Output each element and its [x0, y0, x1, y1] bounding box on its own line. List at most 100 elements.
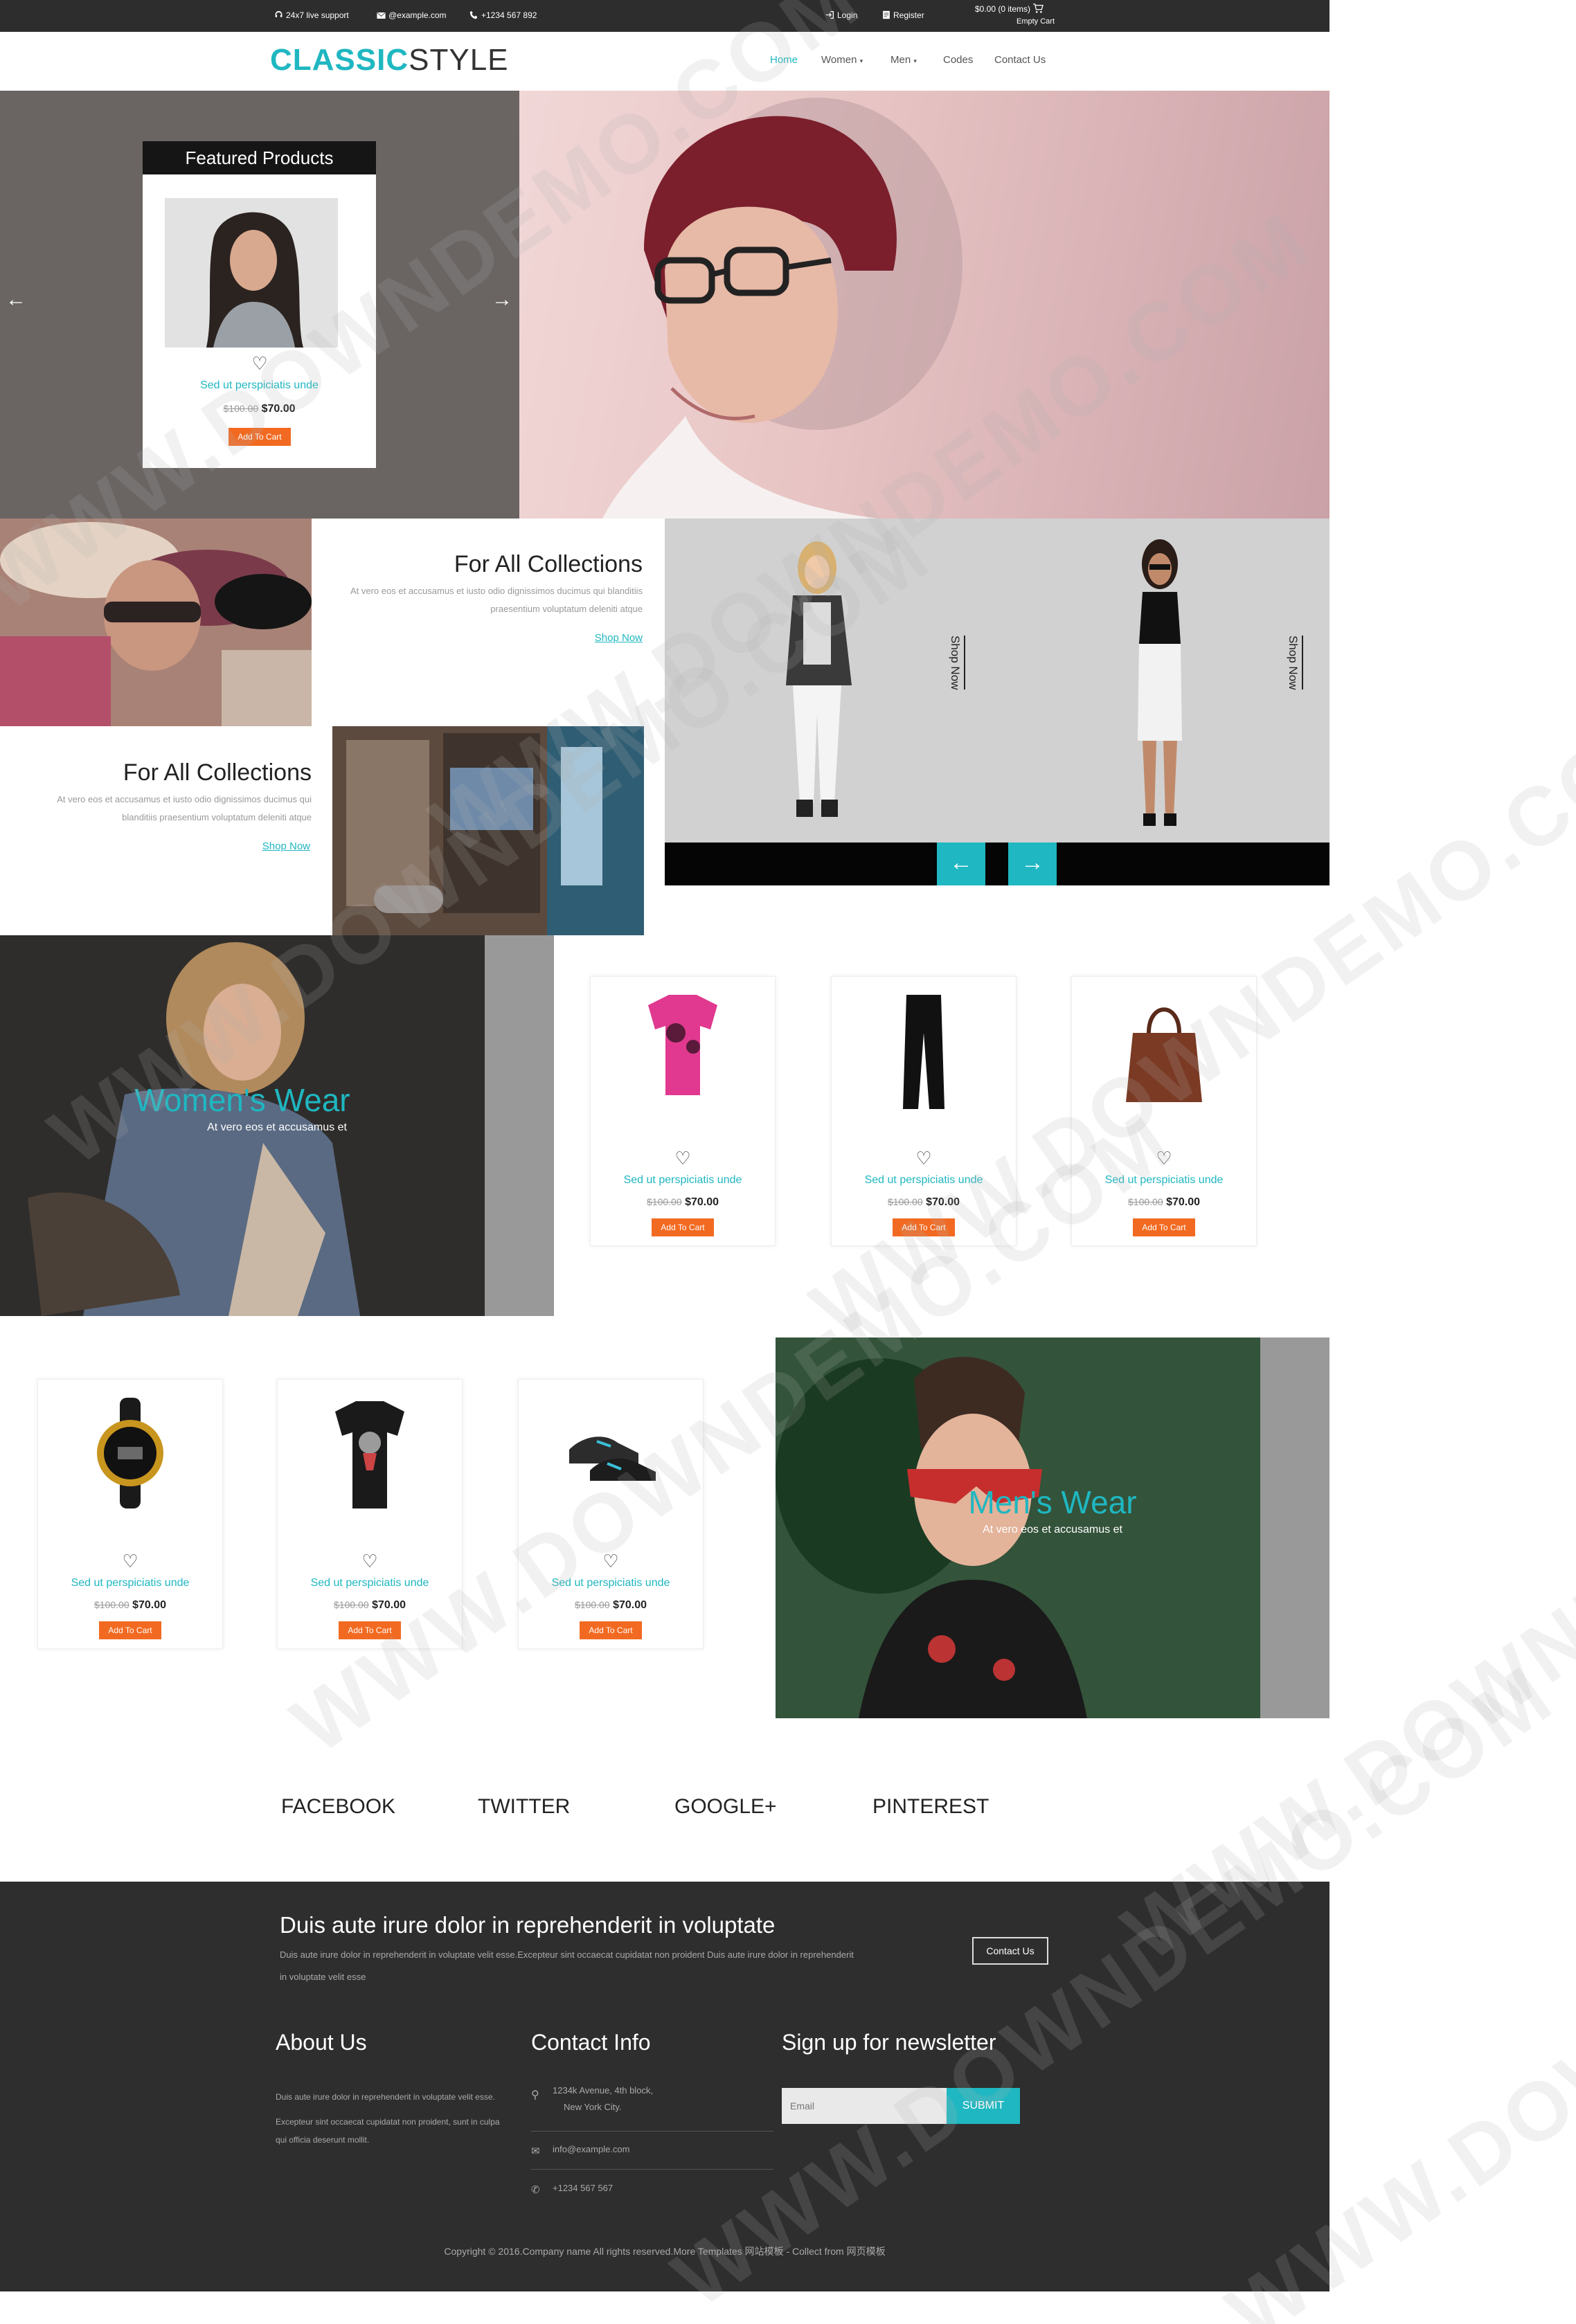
- contact-divider-2: [531, 2169, 773, 2170]
- sneakers-icon: [569, 1436, 656, 1481]
- mail-icon: [377, 12, 386, 19]
- product-price: $100.00 $70.00: [647, 1196, 719, 1208]
- product-name[interactable]: Sed ut perspiciatis unde: [277, 1577, 463, 1589]
- login-link[interactable]: Login: [825, 10, 857, 20]
- copyright: Copyright © 2016.Company name All rights…: [444, 2246, 886, 2257]
- clothing-store-photo: [332, 726, 644, 935]
- product-price: $100.00 $70.00: [1128, 1196, 1200, 1208]
- footer-contact-button[interactable]: Contact Us: [972, 1937, 1048, 1965]
- contact-email[interactable]: info@example.com: [553, 2139, 629, 2160]
- product-name[interactable]: Sed ut perspiciatis unde: [590, 1174, 776, 1187]
- facebook-link[interactable]: FACEBOOK: [281, 1795, 395, 1819]
- wishlist-heart-icon[interactable]: ♡: [597, 1551, 625, 1572]
- product-name[interactable]: Sed ut perspiciatis unde: [37, 1577, 223, 1589]
- tshirt-pink-icon: [648, 995, 717, 1095]
- about-us-text-1: Duis aute irure dolor in reprehenderit i…: [276, 2092, 495, 2102]
- nav-women[interactable]: Women ▾: [821, 54, 863, 66]
- collections-title-2: For All Collections: [123, 759, 312, 786]
- add-to-cart-button[interactable]: Add To Cart: [580, 1621, 642, 1639]
- featured-title: Featured Products: [143, 141, 376, 174]
- add-to-cart-button[interactable]: Add To Cart: [1133, 1218, 1195, 1236]
- about-us-text-2: Excepteur sint occaecat cupidatat non pr…: [276, 2117, 500, 2145]
- add-to-cart-button[interactable]: Add To Cart: [893, 1218, 955, 1236]
- nav-codes[interactable]: Codes: [943, 54, 973, 66]
- collections-text-2: At vero eos et accusamus et iusto odio d…: [57, 794, 312, 822]
- hero-image: [519, 91, 1329, 519]
- product-price: $100.00 $70.00: [888, 1196, 960, 1208]
- woman-glasses-photo: [602, 98, 962, 519]
- cart-total[interactable]: $0.00 (0 items): [975, 3, 1046, 14]
- shop-now-link-2[interactable]: Shop Now: [187, 840, 310, 852]
- newsletter-title: Sign up for newsletter: [782, 2030, 996, 2055]
- slider-control-bar: [665, 843, 1329, 885]
- product-name[interactable]: Sed ut perspiciatis unde: [1071, 1174, 1257, 1187]
- pinterest-link[interactable]: PINTEREST: [872, 1795, 989, 1819]
- top-bar: 24x7 live support @example.com +1234 567…: [0, 0, 1329, 32]
- contact-info-title: Contact Info: [531, 2030, 651, 2055]
- featured-product-image[interactable]: [165, 198, 338, 348]
- store-image: [332, 726, 644, 935]
- mens-wear-title: Men's Wear: [968, 1484, 1137, 1520]
- featured-product-name[interactable]: Sed ut perspiciatis unde: [143, 379, 376, 392]
- wishlist-heart-icon[interactable]: ♡: [246, 353, 274, 375]
- about-us-title: About Us: [276, 2030, 367, 2055]
- newsletter-email-input[interactable]: [782, 2088, 947, 2124]
- shop-now-vertical-1[interactable]: Shop Now: [949, 636, 965, 690]
- phone-link[interactable]: +1234 567 892: [469, 10, 537, 20]
- support-link[interactable]: 24x7 live support: [274, 10, 349, 20]
- google-plus-link[interactable]: GOOGLE+: [674, 1795, 777, 1819]
- wishlist-heart-icon[interactable]: ♡: [1150, 1148, 1178, 1169]
- mens-wear-subtitle: At vero eos et accusamus et: [983, 1524, 1122, 1535]
- wishlist-heart-icon[interactable]: ♡: [116, 1551, 144, 1572]
- featured-price: $100.00 $70.00: [223, 403, 296, 415]
- product-price: $100.00 $70.00: [94, 1599, 166, 1611]
- product-name[interactable]: Sed ut perspiciatis unde: [831, 1174, 1017, 1187]
- contact-address: 1234k Avenue, 4th block, New York City.: [553, 2085, 654, 2112]
- tshirt-black-icon: [335, 1401, 404, 1508]
- caret-down-icon: ▾: [859, 57, 863, 64]
- featured-add-to-cart-button[interactable]: Add To Cart: [229, 428, 291, 446]
- hats-image: [0, 519, 312, 726]
- collections-text-1: At vero eos et accusamus et iusto odio d…: [350, 586, 643, 614]
- shop-now-link-1[interactable]: Shop Now: [519, 632, 643, 644]
- hero-next-arrow[interactable]: →: [492, 288, 512, 312]
- footer: Duis aute irure dolor in reprehenderit i…: [0, 1882, 1329, 2291]
- contact-phone: +1234 567 567: [553, 2183, 614, 2193]
- wishlist-heart-icon[interactable]: ♡: [910, 1148, 938, 1169]
- add-to-cart-button[interactable]: Add To Cart: [99, 1621, 161, 1639]
- add-to-cart-button[interactable]: Add To Cart: [652, 1218, 714, 1236]
- shop-now-vertical-2[interactable]: Shop Now: [1287, 636, 1303, 690]
- womens-wear-title: Women's Wear: [134, 1082, 350, 1118]
- footer-headline: Duis aute irure dolor in reprehenderit i…: [280, 1912, 776, 1938]
- collections-card-1: [312, 519, 665, 726]
- wishlist-heart-icon[interactable]: ♡: [669, 1148, 697, 1169]
- nav-men[interactable]: Men ▾: [890, 54, 917, 66]
- handbag-brown-icon: [1126, 1007, 1202, 1102]
- pants-black-icon: [903, 995, 944, 1109]
- headset-icon: [275, 10, 283, 17]
- logo[interactable]: CLASSICSTYLE: [270, 43, 509, 78]
- collections-title-1: For All Collections: [454, 551, 643, 577]
- footer-headline-text: Duis aute irure dolor in reprehenderit i…: [280, 1949, 854, 1982]
- nav-contact[interactable]: Contact Us: [994, 54, 1046, 66]
- wishlist-heart-icon[interactable]: ♡: [356, 1551, 384, 1572]
- woman-portrait-photo: [206, 212, 303, 348]
- email-link[interactable]: @example.com: [377, 10, 447, 20]
- add-to-cart-button[interactable]: Add To Cart: [339, 1621, 401, 1639]
- nav-home[interactable]: Home: [770, 54, 798, 66]
- model-woman-skirt: [1138, 539, 1182, 826]
- page: 24x7 live support @example.com +1234 567…: [0, 0, 1576, 2324]
- watch-icon: [97, 1398, 163, 1508]
- envelope-icon: ✉: [531, 2145, 540, 2157]
- map-marker-icon: ⚲: [531, 2089, 539, 2101]
- product-name[interactable]: Sed ut perspiciatis unde: [518, 1577, 704, 1589]
- newsletter-submit-button[interactable]: SUBMIT: [947, 2088, 1020, 2124]
- slider-next-arrow-icon[interactable]: →: [1008, 843, 1057, 885]
- register-link[interactable]: Register: [882, 10, 924, 20]
- login-icon: [825, 10, 834, 19]
- phone-icon: ✆: [531, 2184, 540, 2196]
- slider-prev-arrow-icon[interactable]: ←: [937, 843, 985, 885]
- twitter-link[interactable]: TWITTER: [478, 1795, 570, 1819]
- hero-prev-arrow[interactable]: ←: [6, 288, 26, 312]
- hats-photo: [0, 519, 312, 726]
